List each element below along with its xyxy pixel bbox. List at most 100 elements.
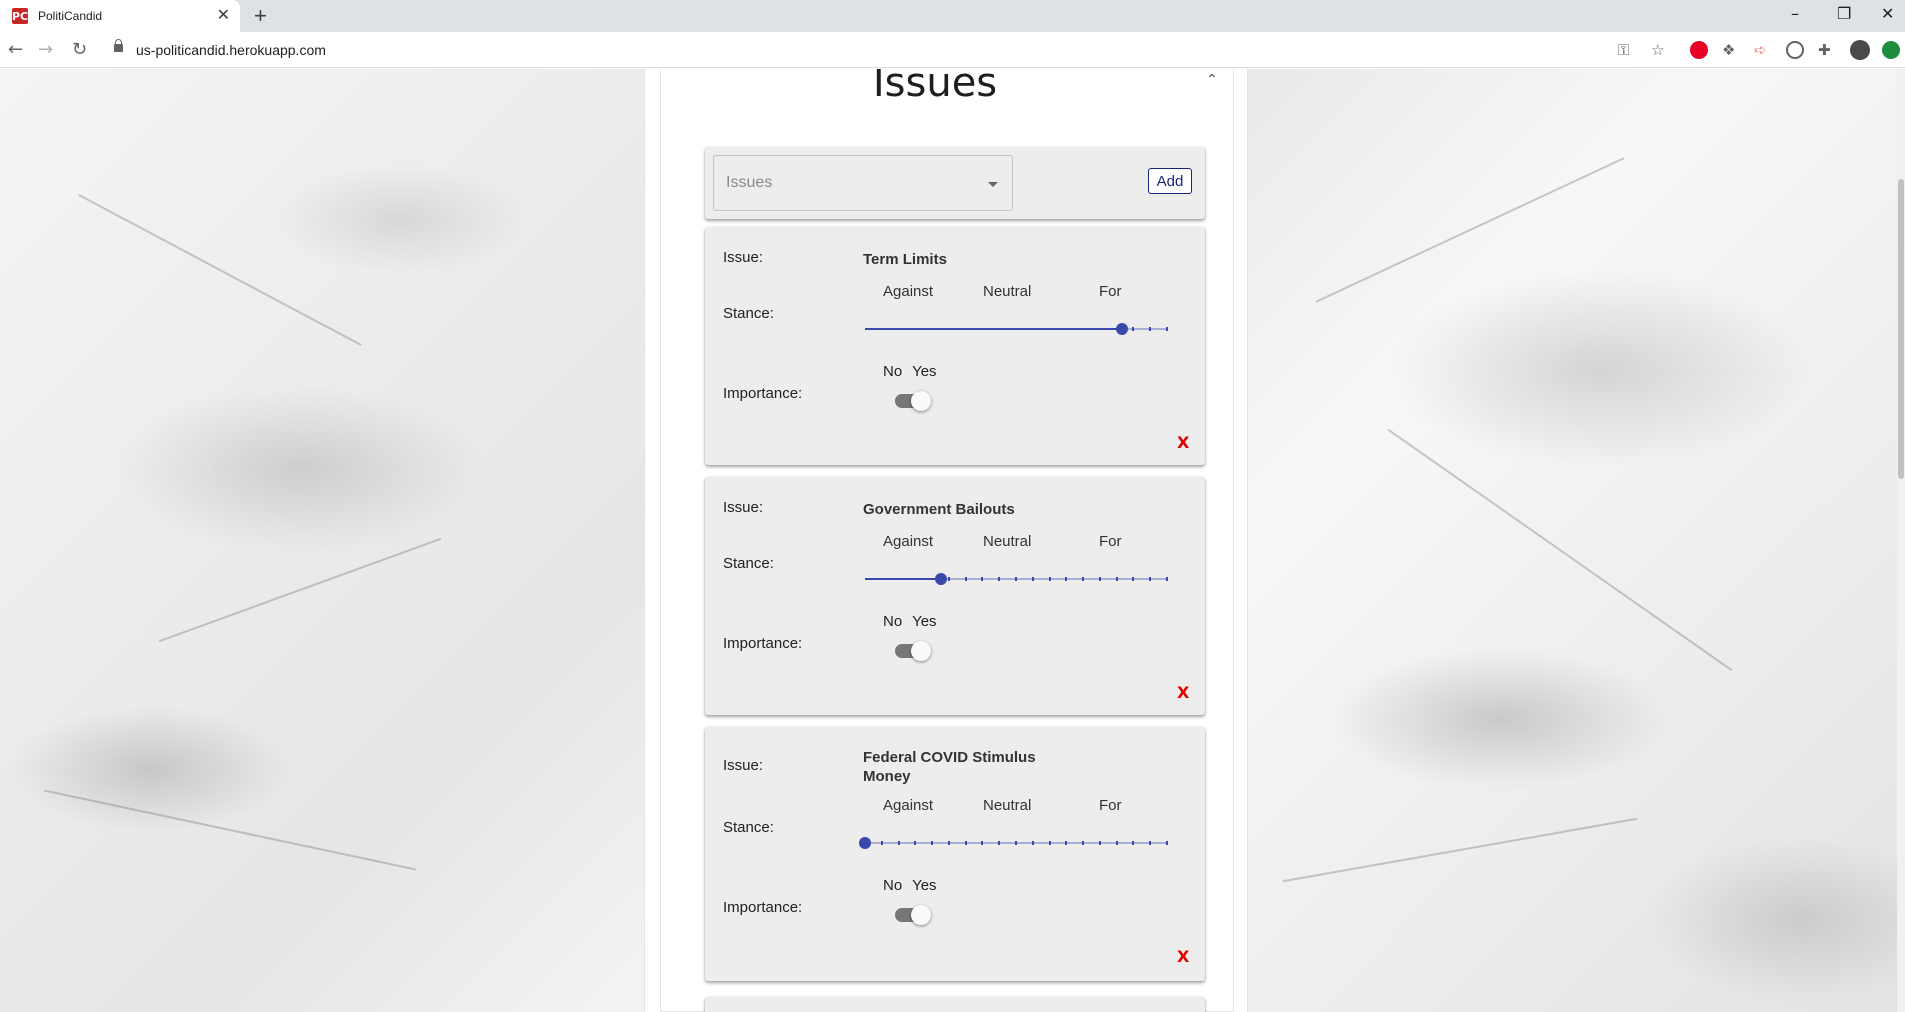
minimize-icon[interactable]: – <box>1791 4 1799 24</box>
chevron-up-icon[interactable]: ⌃ <box>1206 72 1218 88</box>
key-icon[interactable]: ⚿ <box>1618 40 1629 60</box>
update-icon[interactable] <box>1882 41 1900 59</box>
issue-card: Issue: Term Limits Against Neutral For S… <box>705 227 1205 465</box>
importance-toggle[interactable] <box>895 905 931 925</box>
slider-tick <box>1132 327 1135 331</box>
profile-avatar[interactable] <box>1850 40 1870 60</box>
site-favicon-icon: PC <box>11 8 29 24</box>
slider-tick <box>1149 327 1152 331</box>
window-close-icon[interactable]: ✕ <box>1881 4 1894 24</box>
slider-tick <box>1048 577 1051 581</box>
stance-label: Stance: <box>723 819 774 836</box>
importance-label: Importance: <box>723 899 803 916</box>
marble-vein <box>1315 157 1625 303</box>
slider-tick <box>880 841 883 845</box>
bookmark-star-icon[interactable]: ☆ <box>1651 40 1664 60</box>
slider-thumb[interactable] <box>859 837 871 849</box>
content-column: Issues ⌃ Issues Add Issue: Term Limits A… <box>644 69 1248 1012</box>
slider-tick <box>1098 577 1101 581</box>
extension-icon[interactable]: ➪ <box>1754 40 1767 60</box>
marble-vein <box>78 194 362 346</box>
slider-tick <box>1166 841 1168 845</box>
issues-section: Issues ⌃ Issues Add Issue: Term Limits A… <box>660 69 1234 1012</box>
section-title: Issues <box>872 69 998 106</box>
slider-tick <box>981 841 984 845</box>
slider-tick <box>1166 577 1168 581</box>
issue-name: Term Limits <box>863 251 947 268</box>
issue-card: Issue: Federal COVID Stimulus Money Agai… <box>705 727 1205 981</box>
browser-tab[interactable]: PC PolitiCandid ✕ <box>0 0 240 32</box>
issue-card-partial <box>705 997 1205 1012</box>
marble-vein <box>1387 428 1733 672</box>
importance-label: Importance: <box>723 385 803 402</box>
importance-no-yes-label: No Yes <box>883 613 937 630</box>
puzzle-icon[interactable]: ✚ <box>1818 40 1831 60</box>
scrollbar-thumb[interactable] <box>1898 179 1904 479</box>
slider-tick <box>964 577 967 581</box>
neutral-label: Neutral <box>983 797 1032 814</box>
tab-title: PolitiCandid <box>38 9 103 23</box>
issue-label: Issue: <box>723 249 764 266</box>
pinterest-icon[interactable] <box>1690 41 1708 59</box>
forward-icon[interactable]: → <box>38 38 53 62</box>
remove-issue-icon[interactable]: X <box>1177 947 1189 966</box>
marble-vein <box>158 537 442 643</box>
against-label: Against <box>883 283 934 300</box>
tab-strip: PC PolitiCandid ✕ + – ❐ ✕ <box>0 0 1905 32</box>
issue-card: Issue: Government Bailouts Against Neutr… <box>705 477 1205 715</box>
importance-toggle[interactable] <box>895 391 931 411</box>
stance-label: Stance: <box>723 305 774 322</box>
address-bar[interactable]: us-politicandid.herokuapp.com <box>104 36 1664 64</box>
slider-tick <box>1015 577 1017 581</box>
slider-thumb[interactable] <box>934 573 947 585</box>
slider-tick <box>1031 577 1034 581</box>
slider-tick <box>914 841 917 845</box>
slider-tick <box>947 841 950 845</box>
toggle-knob <box>911 391 931 411</box>
reload-icon[interactable]: ↻ <box>72 38 87 62</box>
issues-select[interactable]: Issues <box>713 155 1013 211</box>
importance-toggle[interactable] <box>895 641 931 661</box>
stance-slider[interactable] <box>865 319 1168 339</box>
restore-icon[interactable]: ❐ <box>1837 4 1851 24</box>
add-issue-panel: Issues Add <box>705 147 1205 219</box>
remove-issue-icon[interactable]: X <box>1177 433 1189 452</box>
marble-vein <box>1282 817 1638 883</box>
slider-tick <box>1065 841 1068 845</box>
slider-tick <box>1115 577 1118 581</box>
url-text: us-politicandid.herokuapp.com <box>136 42 326 58</box>
extension-circle-icon[interactable] <box>1786 41 1804 59</box>
slider-tick <box>964 841 967 845</box>
close-tab-icon[interactable]: ✕ <box>217 7 230 25</box>
page-scrollbar[interactable] <box>1897 69 1905 1012</box>
slider-thumb[interactable] <box>1115 323 1128 335</box>
neutral-label: Neutral <box>983 283 1032 300</box>
add-issue-button[interactable]: Add <box>1148 168 1192 194</box>
lock-icon <box>114 39 123 52</box>
stance-label: Stance: <box>723 555 774 572</box>
for-label: For <box>1099 533 1122 550</box>
page-viewport: Issues ⌃ Issues Add Issue: Term Limits A… <box>0 69 1905 1012</box>
slider-tick <box>931 841 934 845</box>
slider-tick <box>1031 841 1034 845</box>
back-icon[interactable]: ← <box>8 38 23 62</box>
slider-tick <box>1149 577 1152 581</box>
slider-tick <box>1015 841 1017 845</box>
slider-tick <box>1132 577 1135 581</box>
against-label: Against <box>883 797 934 814</box>
slider-tick <box>1149 841 1152 845</box>
slider-tick <box>1082 841 1085 845</box>
slider-tick <box>1115 841 1118 845</box>
issue-label: Issue: <box>723 499 764 516</box>
remove-issue-icon[interactable]: X <box>1177 683 1189 702</box>
select-placeholder: Issues <box>726 174 773 191</box>
slider-tick <box>947 577 950 581</box>
new-tab-icon[interactable]: + <box>254 3 267 29</box>
dropbox-icon[interactable]: ❖ <box>1722 40 1735 60</box>
dropdown-arrow-icon <box>988 182 998 187</box>
importance-label: Importance: <box>723 635 803 652</box>
importance-no-yes-label: No Yes <box>883 363 937 380</box>
stance-slider[interactable] <box>859 833 1168 853</box>
slider-tick <box>1048 841 1051 845</box>
stance-slider[interactable] <box>865 569 1168 589</box>
